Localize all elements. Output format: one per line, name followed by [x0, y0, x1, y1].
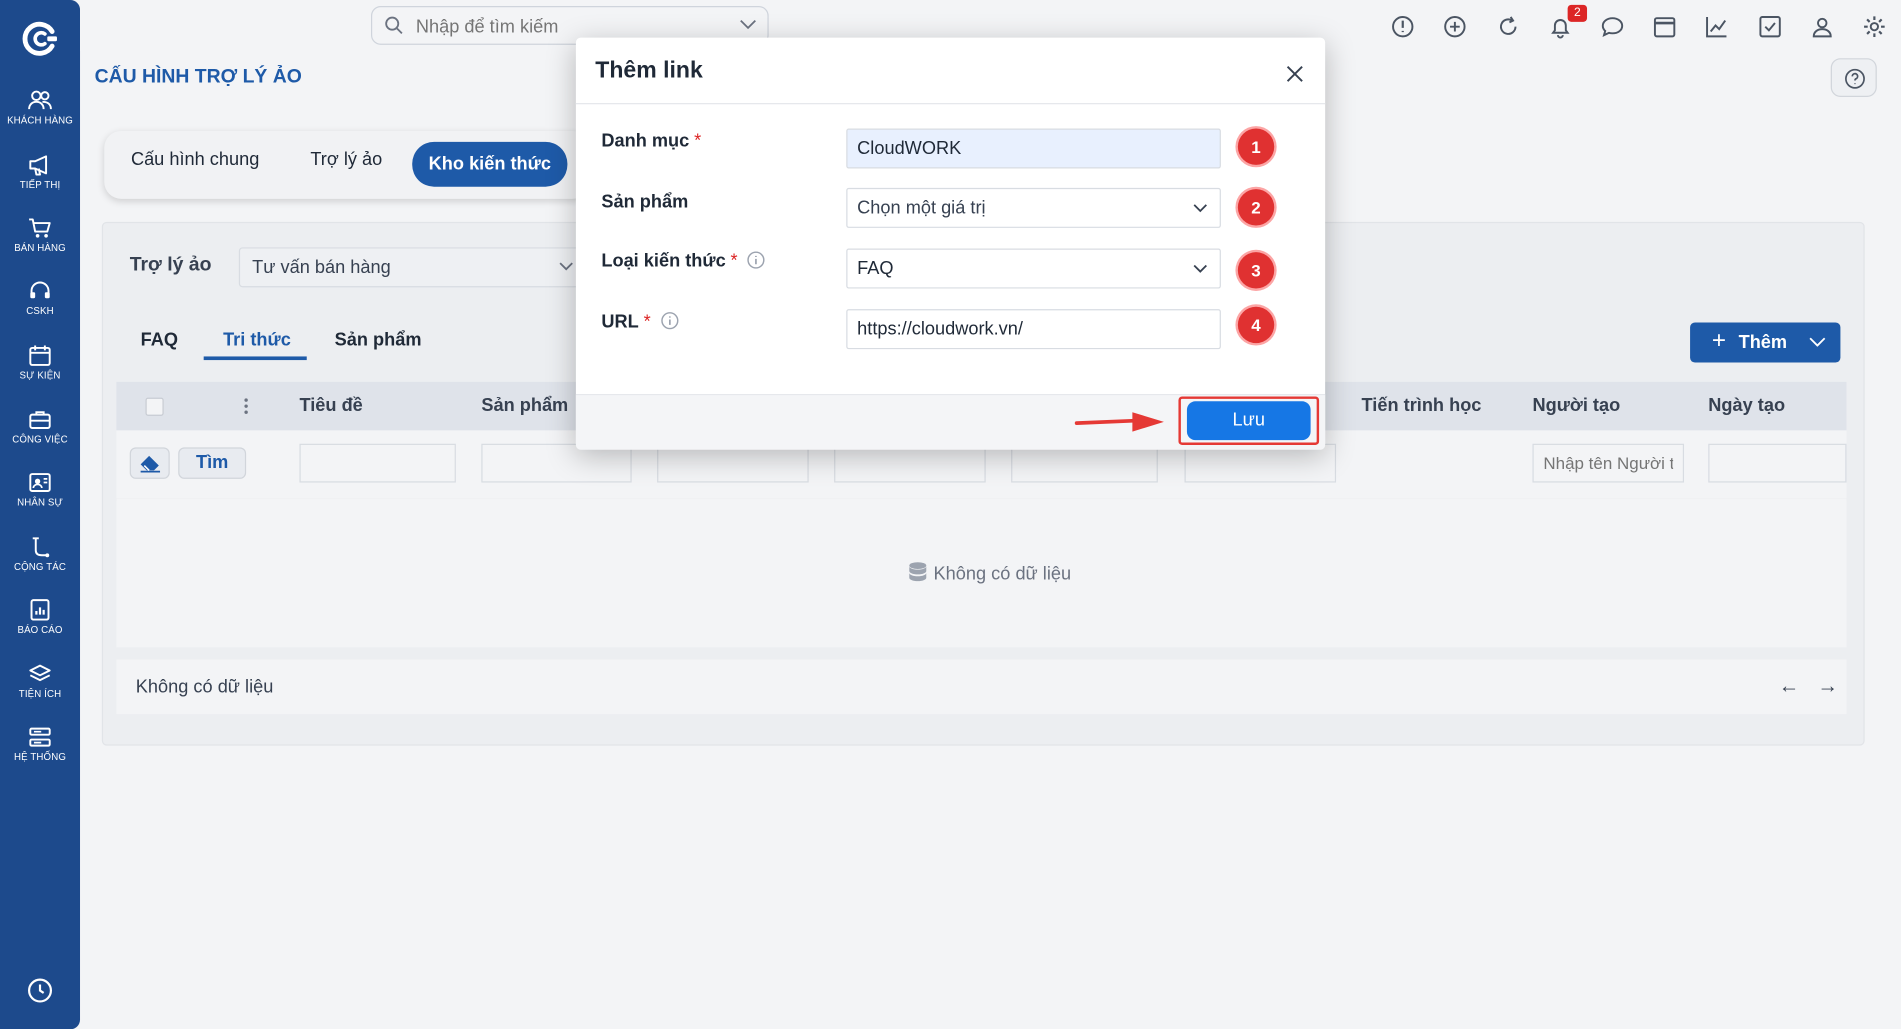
- sidebar-item-system[interactable]: HỆ THỐNG: [0, 726, 80, 763]
- sidebar: KHÁCH HÀNG TIẾP THỊ BÁN HÀNG CSKH SỰ KIỆ…: [0, 0, 81, 1029]
- sidebar-item-collab[interactable]: CỘNG TÁC: [0, 536, 80, 572]
- info-icon[interactable]: [747, 251, 766, 269]
- clock-icon[interactable]: [25, 976, 54, 1005]
- product-label-text: Sản phẩm: [601, 191, 689, 213]
- flow-icon: [32, 537, 50, 558]
- sidebar-item-label: CSKH: [26, 305, 54, 317]
- layers-icon: [29, 664, 51, 682]
- knowledge-type-label: Loại kiến thức *: [601, 250, 766, 272]
- headset-icon: [30, 281, 50, 299]
- customers-icon: [28, 90, 52, 110]
- megaphone-icon: [29, 155, 48, 176]
- step-marker-2: 2: [1237, 189, 1275, 226]
- sidebar-item-label: CỘNG TÁC: [13, 561, 67, 573]
- add-link-dialog: Thêm link Danh mục * CloudWORK 1 Sản phẩm…: [575, 37, 1326, 450]
- product-select[interactable]: Chọn một giá trị: [846, 187, 1221, 228]
- sidebar-item-sales[interactable]: BÁN HÀNG: [0, 217, 80, 253]
- save-button[interactable]: Lưu: [1186, 401, 1311, 441]
- calendar-icon: [29, 345, 51, 366]
- dialog-title: Thêm link: [595, 58, 703, 84]
- step-marker-3: 3: [1237, 252, 1275, 289]
- required-mark: *: [694, 130, 702, 152]
- server-icon: [29, 727, 51, 747]
- sidebar-item-label: NHÂN SỰ: [17, 497, 63, 508]
- product-select-value: Chọn một giá trị: [857, 197, 986, 219]
- knowledge-type-select[interactable]: FAQ: [846, 248, 1221, 289]
- sidebar-item-label: SỰ KIỆN: [19, 369, 61, 381]
- sidebar-item-customers[interactable]: KHÁCH HÀNG: [0, 90, 80, 126]
- chevron-down-icon: [1193, 204, 1207, 213]
- sidebar-item-label: TIỆN ÍCH: [18, 688, 62, 700]
- required-mark: *: [643, 311, 651, 333]
- logo-icon[interactable]: [21, 19, 60, 58]
- url-value: https://cloudwork.vn/: [857, 318, 1023, 340]
- sidebar-item-label: CÔNG VIỆC: [12, 434, 68, 445]
- sidebar-item-label: HỆ THỐNG: [13, 751, 67, 763]
- category-label: Danh mục *: [601, 131, 701, 152]
- divider: [575, 103, 1326, 105]
- sidebar-item-utilities[interactable]: TIỆN ÍCH: [0, 663, 80, 700]
- pointer-arrow-icon: [1074, 412, 1164, 432]
- sidebar-item-label: BÁO CÁO: [17, 624, 63, 636]
- sidebar-item-hr[interactable]: NHÂN SỰ: [0, 472, 80, 508]
- step-marker-1: 1: [1237, 128, 1275, 165]
- sidebar-item-reports[interactable]: BÁO CÁO: [0, 599, 80, 635]
- sidebar-item-marketing[interactable]: TIẾP THỊ: [0, 154, 80, 190]
- id-card-icon: [29, 473, 51, 492]
- required-mark: *: [730, 250, 738, 272]
- product-label: Sản phẩm: [601, 192, 688, 213]
- category-field[interactable]: CloudWORK: [846, 128, 1221, 169]
- url-label-text: URL: [601, 311, 639, 333]
- url-label: URL *: [601, 311, 679, 333]
- cart-icon: [29, 218, 51, 238]
- sidebar-item-label: TIẾP THỊ: [19, 179, 61, 191]
- close-icon[interactable]: [1286, 65, 1303, 82]
- briefcase-icon: [29, 411, 51, 429]
- category-value: CloudWORK: [857, 138, 962, 159]
- report-icon: [30, 599, 50, 621]
- sidebar-item-events[interactable]: SỰ KIỆN: [0, 344, 80, 381]
- url-field[interactable]: https://cloudwork.vn/: [846, 309, 1221, 350]
- knowledge-type-label-text: Loại kiến thức: [601, 250, 726, 272]
- sidebar-item-tasks[interactable]: CÔNG VIỆC: [0, 409, 80, 445]
- sidebar-item-cskh[interactable]: CSKH: [0, 280, 80, 316]
- knowledge-type-value: FAQ: [857, 258, 894, 279]
- info-icon[interactable]: [660, 312, 679, 330]
- chevron-down-icon: [1193, 264, 1207, 273]
- step-marker-4: 4: [1237, 306, 1275, 344]
- sidebar-item-label: BÁN HÀNG: [14, 242, 66, 254]
- category-label-text: Danh mục: [601, 130, 690, 152]
- sidebar-item-label: KHÁCH HÀNG: [7, 115, 73, 127]
